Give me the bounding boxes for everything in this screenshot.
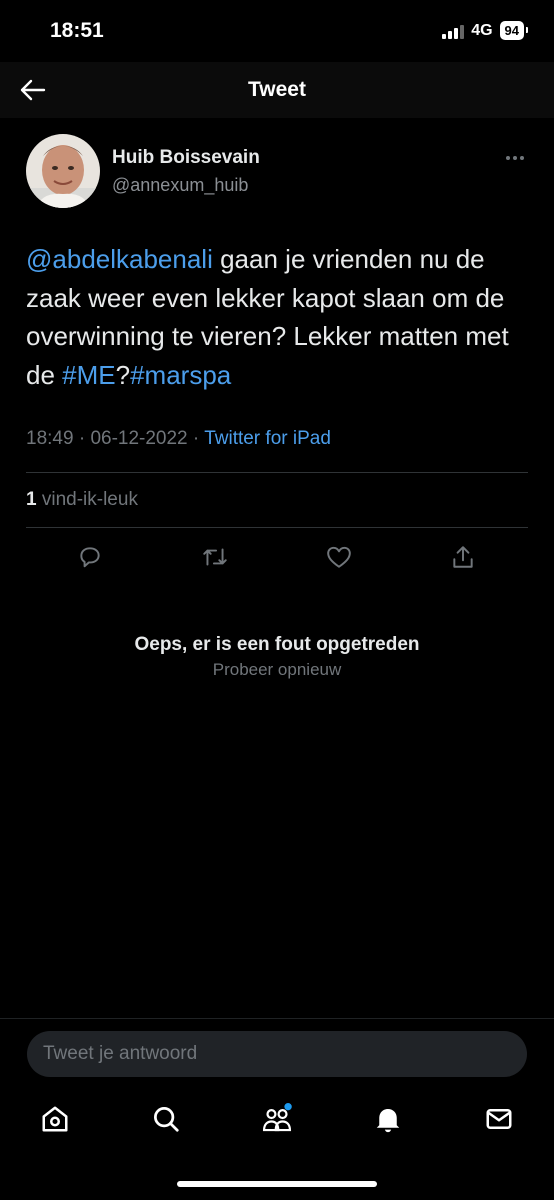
- tweet-text: @abdelkabenali gaan je vrienden nu de za…: [26, 240, 526, 394]
- share-icon: [453, 546, 473, 568]
- home-icon: [42, 1106, 68, 1132]
- error-message: Oeps, er is een fout opgetreden: [134, 634, 420, 655]
- notifications-icon: [376, 1109, 400, 1133]
- more-options-button[interactable]: [502, 152, 528, 164]
- divider: [26, 527, 528, 528]
- reply-input[interactable]: [27, 1031, 527, 1077]
- heart-icon: [327, 546, 351, 568]
- retweet-icon: [203, 548, 227, 566]
- tweet-meta: 18:49 · 06-12-2022 · Twitter for iPad: [26, 428, 331, 450]
- tab-messages[interactable]: [482, 1102, 516, 1136]
- tweet-date: 06-12-2022: [90, 428, 188, 449]
- tab-communities[interactable]: [260, 1102, 294, 1136]
- tab-notifications[interactable]: [371, 1102, 405, 1136]
- author-name[interactable]: Huib Boissevain: [112, 147, 260, 169]
- mention-link[interactable]: @abdelkabenali: [26, 244, 213, 274]
- tweet-text-separator: ?: [115, 359, 131, 390]
- reply-bar: [0, 1018, 554, 1090]
- tab-home[interactable]: [38, 1102, 72, 1136]
- tweet-time: 18:49: [26, 428, 74, 449]
- avatar[interactable]: [26, 134, 100, 208]
- status-bar: 18:51 4G 94: [0, 0, 554, 62]
- notification-dot: [284, 1103, 292, 1111]
- hashtag-link[interactable]: #ME: [62, 360, 115, 390]
- tweet-source-link[interactable]: Twitter for iPad: [204, 428, 331, 449]
- page-title: Tweet: [248, 78, 306, 101]
- avatar-photo: [26, 134, 100, 208]
- status-indicators: 4G 94: [442, 21, 529, 40]
- share-button[interactable]: [448, 542, 478, 572]
- hashtag-link[interactable]: #marspa: [130, 360, 231, 390]
- reply-button[interactable]: [75, 542, 105, 572]
- messages-icon: [486, 1109, 512, 1129]
- like-count-label: vind-ik-leuk: [36, 489, 138, 510]
- top-navigation: Tweet: [0, 62, 554, 118]
- divider: [26, 472, 528, 473]
- signal-icon: [442, 23, 465, 39]
- author-handle[interactable]: @annexum_huib: [112, 175, 248, 196]
- like-button[interactable]: [324, 542, 354, 572]
- battery-icon: 94: [499, 21, 529, 40]
- likes-count[interactable]: 1 vind-ik-leuk: [26, 489, 138, 511]
- like-count-number: 1: [26, 489, 37, 510]
- home-indicator[interactable]: [177, 1181, 377, 1187]
- status-time: 18:51: [50, 19, 104, 42]
- retweet-button[interactable]: [200, 542, 230, 572]
- reply-icon: [80, 547, 100, 568]
- meta-separator: ·: [73, 428, 91, 449]
- retry-link[interactable]: Probeer opnieuw: [0, 660, 554, 680]
- more-dots-icon: [506, 156, 510, 160]
- network-type: 4G: [471, 21, 493, 39]
- communities-icon: [262, 1103, 292, 1132]
- tab-search[interactable]: [149, 1102, 183, 1136]
- search-icon: [154, 1107, 179, 1132]
- meta-separator: ·: [187, 428, 205, 449]
